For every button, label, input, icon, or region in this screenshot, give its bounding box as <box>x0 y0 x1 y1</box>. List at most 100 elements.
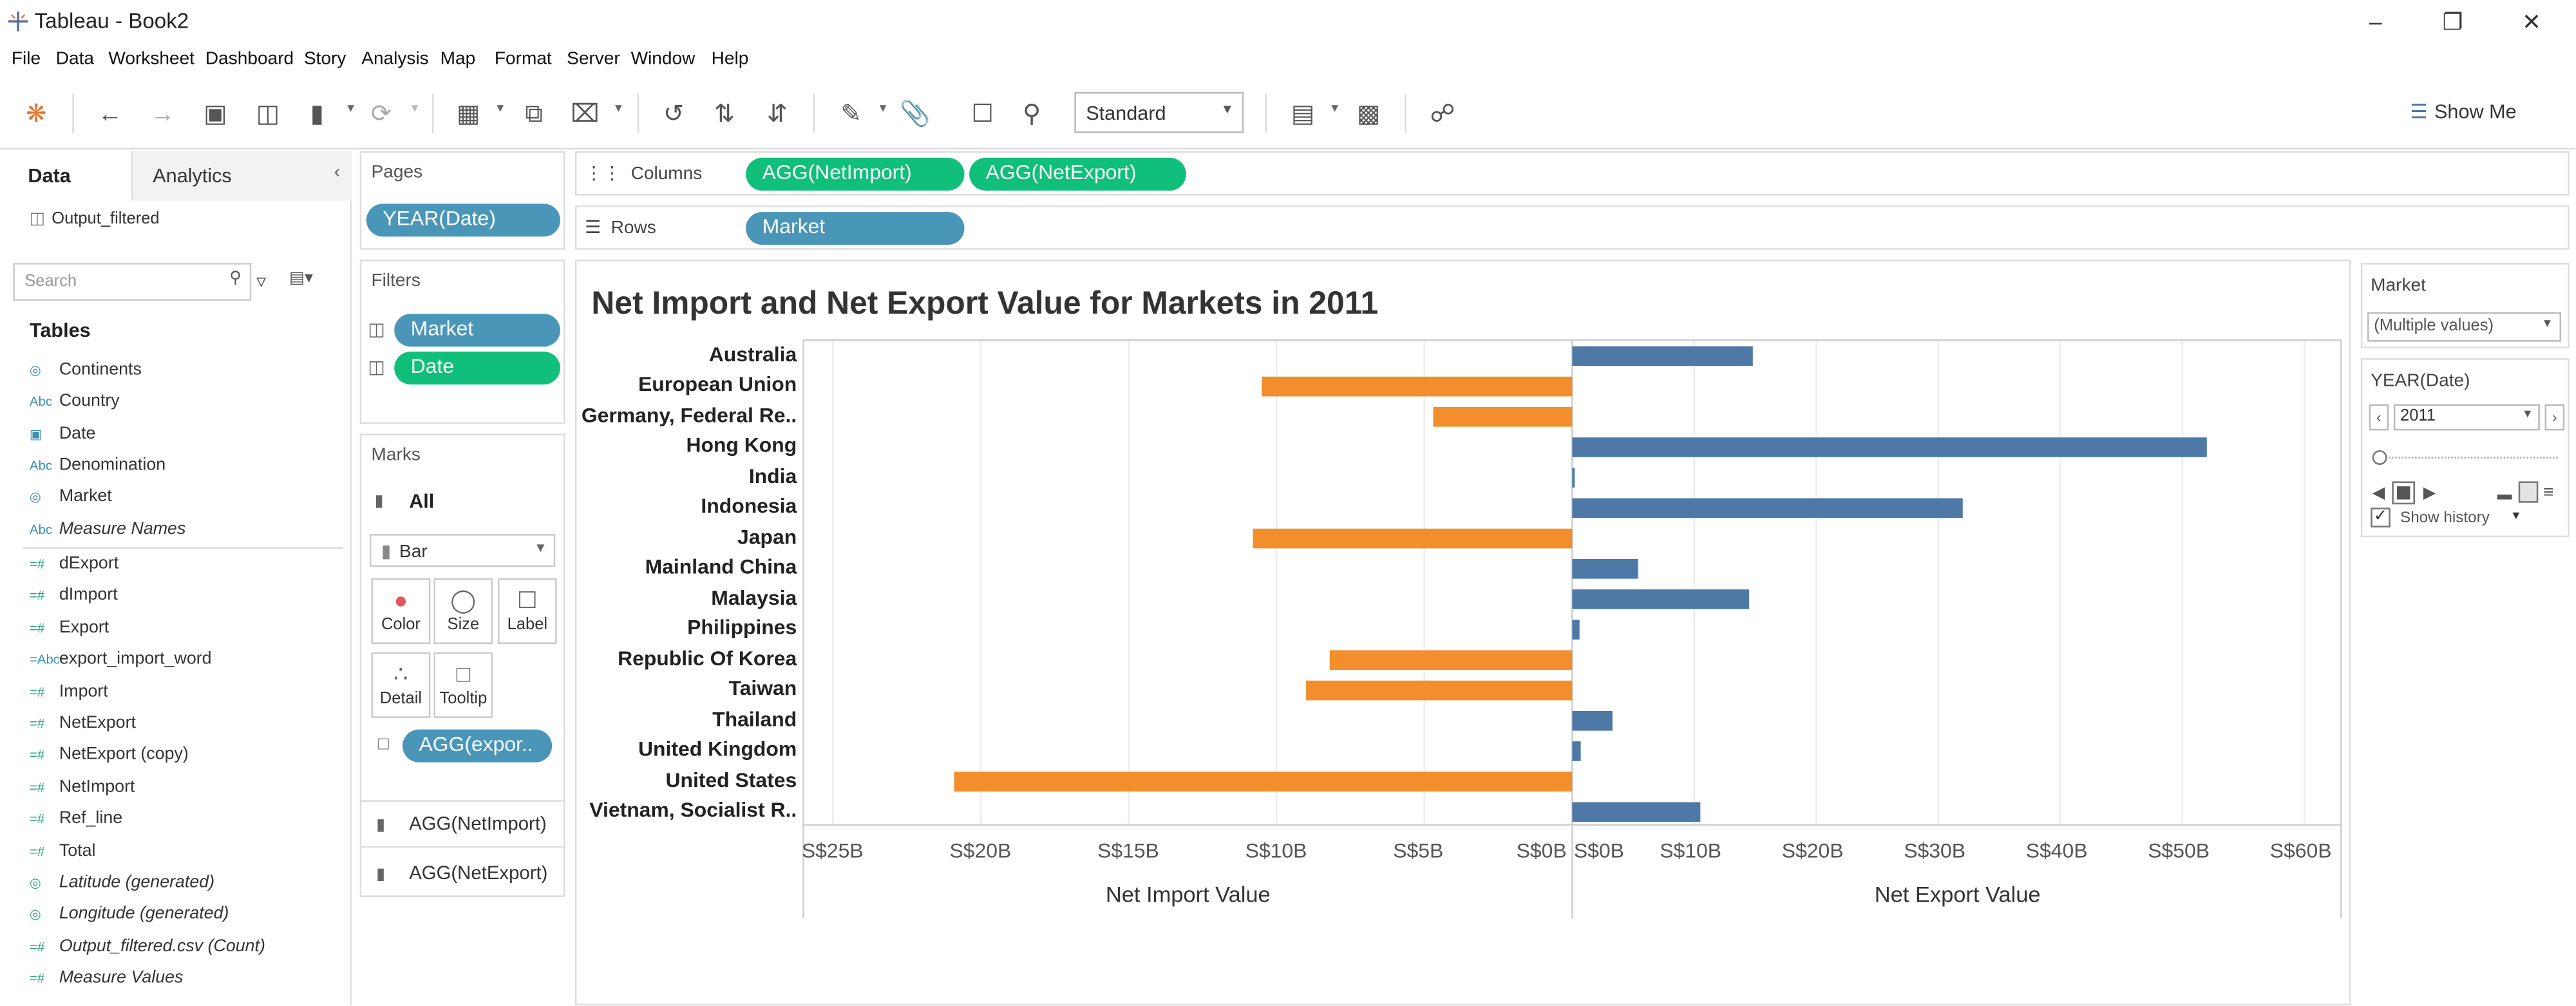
menu-story[interactable]: Story <box>304 50 346 70</box>
menu-data[interactable]: Data <box>56 50 94 70</box>
fit-dropdown[interactable]: Standard ▼ <box>1074 91 1244 133</box>
menu-map[interactable]: Map <box>440 50 476 70</box>
rows-pill-market[interactable]: Market <box>746 212 965 245</box>
speed-slow-icon[interactable] <box>2497 489 2512 500</box>
swap-rows-columns-icon[interactable]: ↺ <box>657 97 690 130</box>
year-slider[interactable] <box>2372 450 2558 465</box>
slider-thumb[interactable] <box>2372 450 2387 465</box>
tab-data[interactable]: Data <box>0 151 133 201</box>
size-button[interactable]: ◯ Size <box>433 578 493 644</box>
columns-pill-netexport[interactable]: AGG(NetExport) <box>969 157 1186 191</box>
field-count[interactable]: =# Output_filtered.csv (Count) <box>30 936 265 956</box>
datasource-item[interactable]: ◫ Output_filtered <box>30 211 160 229</box>
export-bar[interactable] <box>1572 802 1701 822</box>
tooltip-pill[interactable]: AGG(expor.. <box>402 729 553 763</box>
duplicate-sheet-icon[interactable]: ⧉ <box>518 97 551 130</box>
field-latitude[interactable]: ◎ Latitude (generated) <box>30 873 214 893</box>
highlight-dropdown-icon[interactable]: ▼ <box>877 104 889 115</box>
menu-file[interactable]: File <box>12 50 41 70</box>
color-button[interactable]: ● Color <box>371 578 431 644</box>
new-worksheet-icon[interactable]: ▦ <box>452 97 485 130</box>
sort-descending-icon[interactable]: ⇵ <box>761 97 793 130</box>
field-longitude[interactable]: ◎ Longitude (generated) <box>30 904 229 924</box>
import-bar[interactable] <box>1433 407 1573 427</box>
presentation-mode-icon[interactable]: ▩ <box>1352 97 1385 130</box>
menu-server[interactable]: Server <box>567 50 620 70</box>
import-bar[interactable] <box>954 772 1573 792</box>
export-bar[interactable] <box>1572 498 1963 518</box>
label-button[interactable]: ☐ Label <box>497 578 557 644</box>
field-export[interactable]: =# Export <box>30 618 109 638</box>
detail-button[interactable]: ∴ Detail <box>371 652 431 718</box>
export-bar[interactable] <box>1572 437 2207 457</box>
pages-pill[interactable]: YEAR(Date) <box>366 204 560 237</box>
field-total[interactable]: =# Total <box>30 841 96 861</box>
step-back-icon[interactable]: ◀ <box>2372 485 2385 503</box>
field-date[interactable]: ▣ Date <box>30 424 96 444</box>
undo-icon[interactable]: ← <box>93 97 126 130</box>
restore-button[interactable]: ❐ <box>2428 5 2477 38</box>
new-datasource-icon[interactable]: ◫ <box>251 97 284 130</box>
clear-dropdown-icon[interactable]: ▼ <box>613 104 625 115</box>
filter-pill-market[interactable]: Market <box>394 314 560 347</box>
menu-analysis[interactable]: Analysis <box>361 50 429 70</box>
import-bar[interactable] <box>1329 650 1573 670</box>
redo-icon[interactable]: → <box>146 97 179 130</box>
save-icon[interactable]: ▣ <box>199 97 232 130</box>
field-country[interactable]: Abc Country <box>30 391 120 411</box>
market-filter-dropdown[interactable]: (Multiple values) ▼ <box>2367 312 2562 342</box>
field-denomination[interactable]: Abc Denomination <box>30 455 166 475</box>
menu-format[interactable]: Format <box>495 50 552 70</box>
field-netexport[interactable]: =# NetExport <box>30 713 136 733</box>
field-dimport[interactable]: =# dImport <box>30 585 118 605</box>
refresh-dropdown-icon[interactable]: ▼ <box>409 104 421 115</box>
import-bar[interactable] <box>1306 680 1573 701</box>
field-continents[interactable]: ◎ Continents <box>30 360 142 380</box>
export-bar[interactable] <box>1572 589 1750 609</box>
speed-medium-icon[interactable] <box>2518 481 2539 503</box>
menu-window[interactable]: Window <box>631 50 696 70</box>
field-export-import-word[interactable]: =Abcexport_import_word <box>30 649 212 669</box>
menu-worksheet[interactable]: Worksheet <box>108 50 194 70</box>
pause-updates-icon[interactable]: ▮ <box>301 97 334 130</box>
fix-axes-icon[interactable]: ⚲ <box>1016 97 1048 130</box>
tooltip-button[interactable]: □ Tooltip <box>433 652 493 718</box>
columns-pill-netimport[interactable]: AGG(NetImport) <box>746 157 965 191</box>
import-bar[interactable] <box>1262 376 1573 397</box>
mark-type-dropdown[interactable]: ▮ Bar ▼ <box>369 534 556 567</box>
tab-analytics[interactable]: Analytics ‹ <box>133 151 352 201</box>
export-bar[interactable] <box>1572 710 1613 731</box>
marks-all[interactable]: All <box>409 489 434 513</box>
field-netimport[interactable]: =# NetImport <box>30 777 135 797</box>
export-bar[interactable] <box>1572 346 1753 366</box>
speed-fast-icon[interactable]: ≡ <box>2543 483 2553 503</box>
refresh-icon[interactable]: ⟳ <box>365 97 397 130</box>
year-dropdown[interactable]: 2011 ▼ <box>2393 404 2540 431</box>
field-netexport-copy[interactable]: =# NetExport (copy) <box>30 745 189 764</box>
view-options-icon[interactable]: ▤▾ <box>289 269 313 287</box>
field-market[interactable]: ◎ Market <box>30 486 112 506</box>
field-import[interactable]: =# Import <box>30 682 108 702</box>
menu-dashboard[interactable]: Dashboard <box>205 50 294 70</box>
show-cards-dropdown-icon[interactable]: ▼ <box>1329 104 1341 115</box>
minimize-button[interactable]: – <box>2351 5 2401 38</box>
show-history-checkbox[interactable]: ✓ <box>2371 508 2391 527</box>
show-mark-labels-icon[interactable]: ☐ <box>966 97 999 130</box>
marks-card-netexport[interactable]: AGG(NetExport) <box>409 864 547 884</box>
field-measure-names[interactable]: Abc Measure Names <box>30 519 185 539</box>
share-icon[interactable]: ☍ <box>1426 97 1459 130</box>
step-forward-icon[interactable]: ▶ <box>2423 485 2436 503</box>
close-button[interactable]: ✕ <box>2507 5 2557 38</box>
show-history-dropdown-icon[interactable]: ▼ <box>2510 511 2522 522</box>
group-members-icon[interactable]: 📎 <box>898 97 931 130</box>
field-ref-line[interactable]: =# Ref_line <box>30 808 122 828</box>
collapse-pane-icon[interactable]: ‹ <box>334 163 340 183</box>
field-dexport[interactable]: =# dExport <box>30 554 118 574</box>
next-year-button[interactable]: › <box>2544 404 2565 431</box>
import-bar[interactable] <box>1253 528 1573 549</box>
field-measure-values[interactable]: =# Measure Values <box>30 968 183 988</box>
prev-year-button[interactable]: ‹ <box>2369 404 2389 431</box>
show-cards-icon[interactable]: ▤ <box>1286 97 1319 130</box>
export-bar[interactable] <box>1572 620 1580 640</box>
pause-dropdown-icon[interactable]: ▼ <box>345 104 357 115</box>
